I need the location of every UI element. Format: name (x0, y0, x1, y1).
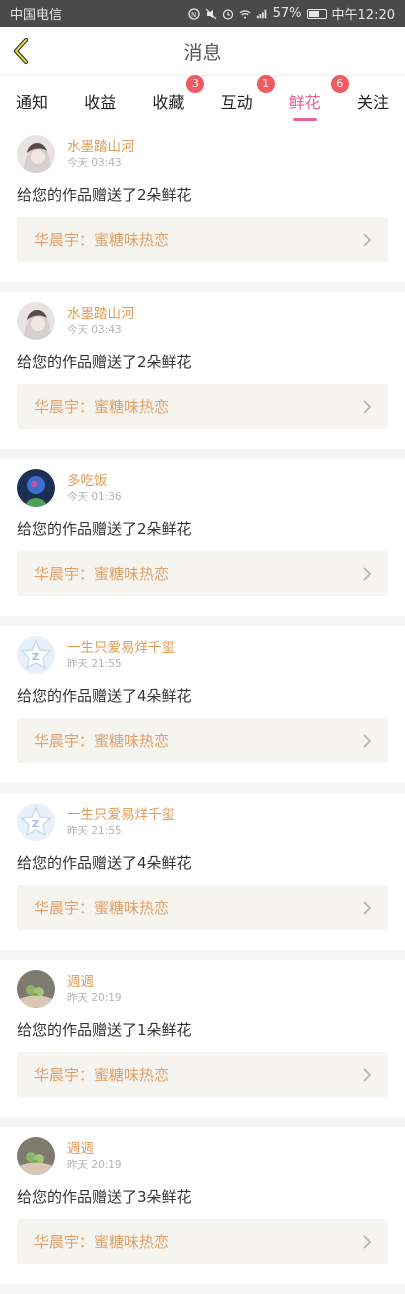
timestamp: 昨天 21:55 (67, 658, 122, 670)
sender-row[interactable]: Z 一生只爱易烊千玺 昨天 21:55 (17, 793, 388, 842)
work-link[interactable]: 华晨宇：蜜糖味热恋 (17, 885, 388, 930)
message-card: 週週 昨天 20:19 给您的作品赠送了1朵鲜花 华晨宇：蜜糖味热恋 (0, 960, 405, 1127)
work-link[interactable]: 华晨宇：蜜糖味热恋 (17, 1052, 388, 1097)
svg-text:Z: Z (32, 652, 39, 663)
battery-percent: 57% (272, 6, 302, 21)
signal-icon (256, 9, 266, 18)
chevron-right-icon (363, 1234, 372, 1249)
sender-name[interactable]: 一生只爱易烊千玺 (67, 639, 175, 657)
sender-row[interactable]: 水墨踏山河 今天 03:43 (17, 292, 388, 341)
timestamp: 今天 03:43 (67, 324, 122, 336)
back-arrow-icon[interactable] (8, 37, 34, 65)
chevron-right-icon (363, 232, 372, 247)
svg-text:N: N (191, 11, 196, 19)
sender-name[interactable]: 週週 (67, 973, 122, 991)
message-card: Z 一生只爱易烊千玺 昨天 21:55 给您的作品赠送了4朵鲜花 华晨宇：蜜糖味… (0, 626, 405, 793)
work-title: 华晨宇：蜜糖味热恋 (34, 732, 170, 750)
tab-label: 关注 (356, 92, 389, 112)
timestamp: 今天 01:36 (67, 491, 122, 503)
work-title: 华晨宇：蜜糖味热恋 (34, 398, 170, 416)
unread-badge: 1 (256, 74, 275, 93)
work-title: 华晨宇：蜜糖味热恋 (34, 899, 170, 917)
svg-text:Z: Z (32, 819, 39, 830)
default-star-avatar-icon[interactable]: Z (17, 803, 55, 841)
work-title: 华晨宇：蜜糖味热恋 (34, 1066, 170, 1084)
message-text: 给您的作品赠送了2朵鲜花 (17, 186, 192, 204)
sender-name[interactable]: 水墨踏山河 (67, 305, 135, 323)
flower-message-list: 水墨踏山河 今天 03:43 给您的作品赠送了2朵鲜花 华晨宇：蜜糖味热恋 水墨… (0, 125, 405, 1294)
wifi-icon (239, 9, 251, 18)
message-card: 水墨踏山河 今天 03:43 给您的作品赠送了2朵鲜花 华晨宇：蜜糖味热恋 (0, 125, 405, 292)
tab-follows[interactable]: 关注 (357, 87, 389, 113)
tab-label: 收藏 (152, 92, 185, 112)
photo-avatar-icon[interactable] (17, 970, 55, 1008)
mute-icon (205, 8, 217, 19)
chevron-right-icon (363, 566, 372, 581)
sender-name[interactable]: 週週 (67, 1140, 122, 1158)
message-card: 多吃饭 今天 01:36 给您的作品赠送了2朵鲜花 华晨宇：蜜糖味热恋 (0, 459, 405, 626)
work-title: 华晨宇：蜜糖味热恋 (34, 1233, 170, 1251)
battery-icon (306, 8, 327, 19)
tab-notifications[interactable]: 通知 (16, 87, 48, 113)
work-link[interactable]: 华晨宇：蜜糖味热恋 (17, 384, 388, 429)
message-card: 週週 昨天 20:19 给您的作品赠送了3朵鲜花 华晨宇：蜜糖味热恋 (0, 1127, 405, 1294)
photo-avatar-icon[interactable] (17, 1137, 55, 1175)
tab-interactions[interactable]: 互动 1 (220, 74, 275, 113)
sender-row[interactable]: 週週 昨天 20:19 (17, 1127, 388, 1176)
tab-label: 互动 (220, 92, 253, 112)
work-link[interactable]: 华晨宇：蜜糖味热恋 (17, 1219, 388, 1264)
unread-badge: 3 (186, 74, 205, 93)
work-title: 华晨宇：蜜糖味热恋 (34, 231, 170, 249)
tab-label: 收益 (84, 92, 117, 112)
message-text: 给您的作品赠送了4朵鲜花 (17, 854, 192, 872)
work-link[interactable]: 华晨宇：蜜糖味热恋 (17, 217, 388, 262)
work-link[interactable]: 华晨宇：蜜糖味热恋 (17, 718, 388, 763)
page-title: 消息 (183, 41, 222, 64)
carrier-label: 中国电信 (10, 8, 63, 23)
default-star-avatar-icon[interactable]: Z (17, 636, 55, 674)
anime-avatar-icon[interactable] (17, 302, 55, 340)
message-card: 水墨踏山河 今天 03:43 给您的作品赠送了2朵鲜花 华晨宇：蜜糖味热恋 (0, 292, 405, 459)
sender-name[interactable]: 多吃饭 (67, 472, 122, 490)
message-text: 给您的作品赠送了3朵鲜花 (17, 1188, 192, 1206)
chevron-right-icon (363, 733, 372, 748)
tab-flowers[interactable]: 鲜花 6 (288, 74, 349, 121)
tab-label: 鲜花 (288, 92, 321, 112)
sender-row[interactable]: 多吃饭 今天 01:36 (17, 459, 388, 508)
sender-name[interactable]: 一生只爱易烊千玺 (67, 806, 175, 824)
message-text: 给您的作品赠送了2朵鲜花 (17, 353, 192, 371)
sender-name[interactable]: 水墨踏山河 (67, 138, 135, 156)
message-text: 给您的作品赠送了4朵鲜花 (17, 687, 192, 705)
dark-avatar-icon[interactable] (17, 469, 55, 507)
chevron-right-icon (363, 1067, 372, 1082)
tab-label: 通知 (16, 92, 49, 112)
unread-badge: 6 (330, 74, 349, 93)
status-bar: 中国电信 N 57% 中午12:20 (0, 0, 405, 27)
status-icons: N 57% 中午12:20 (187, 4, 395, 23)
nfc-icon: N (187, 7, 200, 20)
top-bar: 消息 (0, 27, 405, 75)
message-card: Z 一生只爱易烊千玺 昨天 21:55 给您的作品赠送了4朵鲜花 华晨宇：蜜糖味… (0, 793, 405, 960)
timestamp: 昨天 21:55 (67, 825, 122, 837)
timestamp: 昨天 20:19 (67, 1159, 122, 1171)
work-link[interactable]: 华晨宇：蜜糖味热恋 (17, 551, 388, 596)
tab-earnings[interactable]: 收益 (84, 87, 116, 113)
chevron-right-icon (363, 900, 372, 915)
tab-favorites[interactable]: 收藏 3 (152, 74, 205, 113)
timestamp: 今天 03:43 (67, 157, 122, 169)
alarm-icon (222, 8, 233, 20)
tab-bar: 通知 收益 收藏 3 互动 1 鲜花 6 关注 (0, 74, 405, 123)
anime-avatar-icon[interactable] (17, 135, 55, 173)
chevron-right-icon (363, 399, 372, 414)
work-title: 华晨宇：蜜糖味热恋 (34, 565, 170, 583)
timestamp: 昨天 20:19 (67, 992, 122, 1004)
message-text: 给您的作品赠送了1朵鲜花 (17, 1021, 192, 1039)
sender-row[interactable]: 水墨踏山河 今天 03:43 (17, 125, 388, 174)
clock: 中午12:20 (331, 8, 395, 23)
tab-underline (292, 117, 317, 121)
sender-row[interactable]: 週週 昨天 20:19 (17, 960, 388, 1009)
sender-row[interactable]: Z 一生只爱易烊千玺 昨天 21:55 (17, 626, 388, 675)
message-text: 给您的作品赠送了2朵鲜花 (17, 520, 192, 538)
